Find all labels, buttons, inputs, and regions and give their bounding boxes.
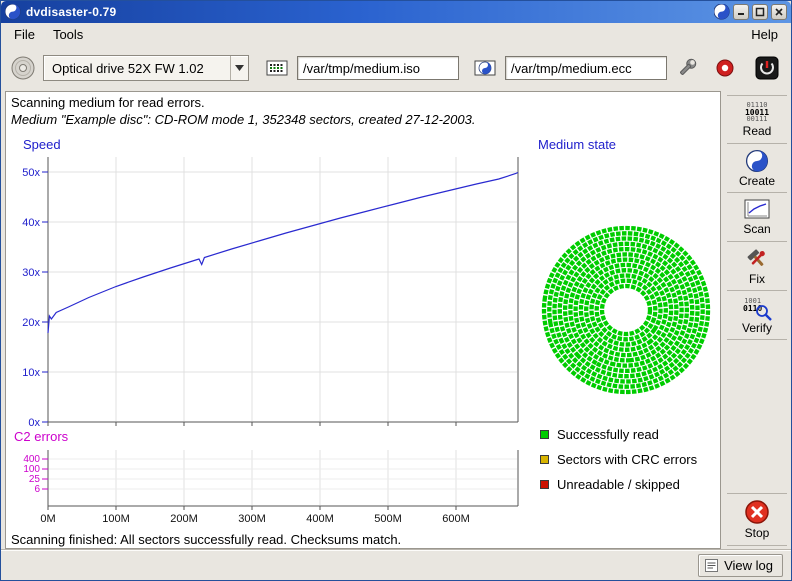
drive-selector[interactable]: Optical drive 52X FW 1.02 <box>43 55 249 81</box>
svg-text:10x: 10x <box>22 367 40 379</box>
svg-text:20x: 20x <box>22 317 40 329</box>
read-button-label: Read <box>743 124 772 138</box>
yin-yang-icon <box>745 149 769 173</box>
menubar: File Tools Help <box>1 23 791 45</box>
ecc-file-input[interactable] <box>505 56 667 80</box>
create-button[interactable]: Create <box>727 144 787 193</box>
window-title: dvdisaster-0.79 <box>26 5 709 19</box>
magnifier-icon <box>755 304 773 322</box>
c2-errors-title: C2 errors <box>14 429 68 444</box>
read-icon: 01110 10011 00111 <box>745 102 769 123</box>
image-file-input[interactable] <box>297 56 459 80</box>
verify-button[interactable]: 1001 0110 Verify <box>727 291 787 340</box>
chevron-down-icon <box>230 56 248 80</box>
medium-info: Medium "Example disc": CD-ROM mode 1, 35… <box>11 112 475 127</box>
red-ring-icon <box>714 57 736 79</box>
legend-item-successfully-read: Successfully read <box>540 428 697 441</box>
svg-text:6: 6 <box>34 484 40 495</box>
toolbar: Optical drive 52X FW 1.02 <box>1 45 791 91</box>
svg-text:400M: 400M <box>306 513 334 525</box>
svg-text:0M: 0M <box>40 513 55 525</box>
svg-text:200M: 200M <box>170 513 198 525</box>
legend-swatch-unreadable <box>540 480 549 489</box>
app-icon <box>5 4 21 20</box>
legend-label-crc: Sectors with CRC errors <box>557 452 697 467</box>
speed-chart-title: Speed <box>23 137 61 152</box>
stop-button[interactable]: Stop <box>727 493 787 546</box>
legend-item-crc-errors: Sectors with CRC errors <box>540 453 697 466</box>
svg-text:600M: 600M <box>442 513 470 525</box>
ecc-file-icon <box>474 59 496 77</box>
fix-button-label: Fix <box>749 272 765 286</box>
fix-button[interactable]: Fix <box>727 242 787 291</box>
verify-icon: 1001 0110 <box>743 296 771 320</box>
legend-item-unreadable: Unreadable / skipped <box>540 478 697 491</box>
quit-button[interactable] <box>751 51 783 85</box>
main-content: Scanning medium for read errors. Medium … <box>5 91 721 549</box>
legend-label-unreadable: Unreadable / skipped <box>557 477 680 492</box>
maximize-icon <box>755 7 765 17</box>
svg-text:50x: 50x <box>22 167 40 179</box>
image-file-icon <box>266 59 288 77</box>
log-icon <box>705 559 718 572</box>
view-log-label: View log <box>724 558 773 573</box>
image-file-icon-button[interactable] <box>261 51 293 85</box>
menu-help[interactable]: Help <box>742 25 787 44</box>
stop-icon <box>744 499 770 525</box>
maximize-button[interactable] <box>752 4 768 20</box>
preferences-button[interactable] <box>671 51 703 85</box>
medium-state-legend: Successfully read Sectors with CRC error… <box>540 428 697 503</box>
close-icon <box>774 7 784 17</box>
read-button[interactable]: 01110 10011 00111 Read <box>727 95 787 144</box>
svg-text:500M: 500M <box>374 513 402 525</box>
help-button[interactable] <box>709 51 741 85</box>
view-log-button[interactable]: View log <box>698 554 783 577</box>
drive-icon-button[interactable] <box>7 51 39 85</box>
svg-text:40x: 40x <box>22 217 40 229</box>
menu-file[interactable]: File <box>5 25 44 44</box>
speed-c2-chart-canvas: 0x10x20x30x40x50x4001002560M100M200M300M… <box>6 154 526 526</box>
medium-state-disc <box>534 218 718 402</box>
svg-text:30x: 30x <box>22 267 40 279</box>
optical-disc-icon <box>10 55 36 81</box>
verify-button-label: Verify <box>742 321 772 335</box>
wrench-icon <box>676 57 698 79</box>
drive-selector-value: Optical drive 52X FW 1.02 <box>44 61 230 76</box>
menu-tools[interactable]: Tools <box>44 25 92 44</box>
medium-state-title: Medium state <box>538 137 616 152</box>
app-window: dvdisaster-0.79 File Tools Help <box>0 0 792 581</box>
status-bar: View log <box>1 549 791 580</box>
stop-button-label: Stop <box>745 526 770 540</box>
svg-text:100M: 100M <box>102 513 130 525</box>
close-button[interactable] <box>771 4 787 20</box>
svg-text:300M: 300M <box>238 513 266 525</box>
scan-button[interactable]: Scan <box>727 193 787 242</box>
ecc-file-icon-button[interactable] <box>469 51 501 85</box>
legend-label-read: Successfully read <box>557 427 659 442</box>
minimize-icon <box>736 7 746 17</box>
create-button-label: Create <box>739 174 775 188</box>
scan-result-message: Scanning finished: All sectors successfu… <box>11 532 401 547</box>
window-menu-icon[interactable] <box>714 4 730 20</box>
power-icon <box>755 56 779 80</box>
minimize-button[interactable] <box>733 4 749 20</box>
scan-button-label: Scan <box>743 222 770 236</box>
svg-text:0x: 0x <box>28 417 40 429</box>
status-heading: Scanning medium for read errors. <box>11 95 205 110</box>
action-sidebar: 01110 10011 00111 Read Create Scan <box>723 91 791 549</box>
tools-icon <box>744 247 770 271</box>
scan-chart-icon <box>744 199 770 221</box>
legend-swatch-read <box>540 430 549 439</box>
titlebar[interactable]: dvdisaster-0.79 <box>1 1 791 23</box>
legend-swatch-crc <box>540 455 549 464</box>
